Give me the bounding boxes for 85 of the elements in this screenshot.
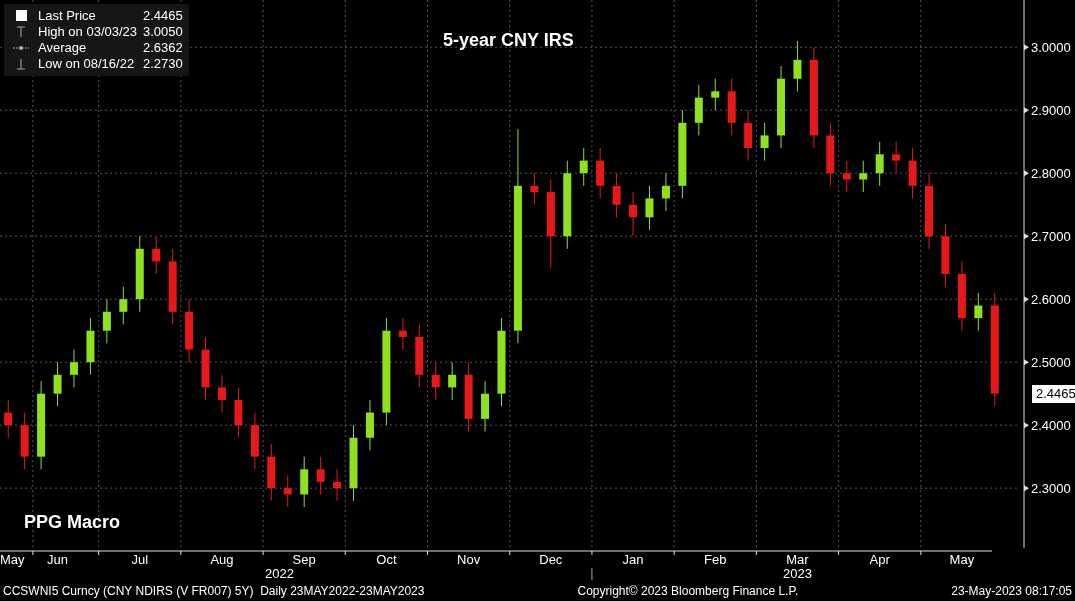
axis-tick-label: 3.0000 xyxy=(1031,40,1071,56)
candlestick xyxy=(694,84,703,136)
candlestick xyxy=(218,374,226,414)
axis-tick-label: Apr xyxy=(869,552,890,567)
candlestick xyxy=(727,78,736,136)
legend-value: 2.4465 xyxy=(143,8,183,24)
candlestick xyxy=(398,317,407,351)
legend-value: 2.6362 xyxy=(143,40,183,56)
candlestick xyxy=(86,317,95,376)
axis-tick-label: Jan xyxy=(622,552,644,567)
candlestick xyxy=(448,361,457,401)
candlestick xyxy=(283,475,292,508)
axis-tick-label: May xyxy=(0,552,25,567)
axis-tick-label: Feb xyxy=(704,552,727,567)
candlestick xyxy=(185,298,194,363)
candlestick xyxy=(152,235,161,275)
candlestick xyxy=(250,412,259,470)
candlestick xyxy=(744,109,753,162)
axis-tick-label: Jun xyxy=(47,552,69,567)
chart-caption: PPG Macro xyxy=(24,512,121,533)
candlestick xyxy=(431,361,440,401)
candlestick xyxy=(464,361,473,432)
legend-value: 2.2730 xyxy=(143,56,183,72)
candlestick xyxy=(957,260,966,332)
legend-swatch-icon xyxy=(16,10,27,21)
candlestick xyxy=(333,468,342,502)
legend-label: Average xyxy=(38,40,88,56)
candlestick xyxy=(842,160,851,193)
candlestick xyxy=(711,78,720,111)
candlestick xyxy=(267,443,276,502)
candlestick xyxy=(234,386,243,439)
candlestick xyxy=(20,412,29,470)
axis-tick-label: 2.8000 xyxy=(1031,166,1071,182)
copyright-text: Copyright© 2023 Bloomberg Finance L.P. xyxy=(577,583,799,598)
timestamp: 23-May-2023 08:17:05 xyxy=(951,583,1072,598)
axis-tick-label: Aug xyxy=(210,552,234,567)
axis-tick-label: Mar xyxy=(786,552,809,567)
legend-label: High on 03/03/23 xyxy=(38,24,138,40)
candlestick xyxy=(760,122,769,162)
candlestick xyxy=(629,191,638,237)
candlestick xyxy=(661,172,670,212)
axis-year-label: 2023 xyxy=(783,566,812,580)
axis-tick-label: 2.9000 xyxy=(1031,103,1071,119)
candlestick xyxy=(4,399,13,439)
chart-title: 5-year CNY IRS xyxy=(443,30,574,51)
axis-tick-label: May xyxy=(949,552,975,567)
candlestick xyxy=(102,298,111,344)
axis-tick-label: 2.5000 xyxy=(1031,355,1071,371)
candlestick xyxy=(892,141,901,174)
axis-tick-label: Sep xyxy=(292,552,316,567)
axis-tick-label: 2.3000 xyxy=(1031,481,1071,497)
candlestick xyxy=(645,185,654,231)
candlestick xyxy=(365,399,374,451)
axis-year-label: 2022 xyxy=(265,566,294,580)
candlestick xyxy=(201,336,210,401)
axis-tick-label: Nov xyxy=(457,552,481,567)
axis-tick-label: Dec xyxy=(539,552,563,567)
legend-label: Low on 08/16/22 xyxy=(38,56,136,72)
candlestick xyxy=(596,147,605,199)
legend-label: Last Price xyxy=(38,8,97,24)
candlestick xyxy=(579,147,588,187)
candlestick xyxy=(793,40,802,92)
candlestick xyxy=(300,456,309,508)
axis-tick-label: 2.7000 xyxy=(1031,229,1071,245)
candlestick xyxy=(826,122,835,187)
candlestick xyxy=(908,147,917,199)
last-price-tag: 2.4465 xyxy=(1032,384,1075,403)
candlestick xyxy=(316,456,325,495)
candlestick xyxy=(119,286,128,325)
candlestick xyxy=(612,172,621,218)
ticker-description: CCSWNI5 Curncy (CNY NDIRS (V FR007) 5Y) Daily 23MAY2022-23MAY2023 xyxy=(3,583,425,598)
axis-tick-label: Jul xyxy=(131,552,149,567)
candlestick xyxy=(859,160,868,193)
candlestick xyxy=(941,223,950,288)
candlestick xyxy=(875,141,884,187)
candlestick xyxy=(530,172,539,206)
candlestick xyxy=(53,361,62,407)
axis-tick-label: Oct xyxy=(376,552,397,567)
candlestick xyxy=(974,292,983,332)
axis-tick-label: 2.6000 xyxy=(1031,292,1071,308)
candlestick xyxy=(415,323,424,388)
candlestick xyxy=(481,380,490,432)
candlestick xyxy=(70,349,78,388)
axis-tick-label: 2.4000 xyxy=(1031,418,1071,434)
legend-value: 3.0050 xyxy=(143,24,183,40)
